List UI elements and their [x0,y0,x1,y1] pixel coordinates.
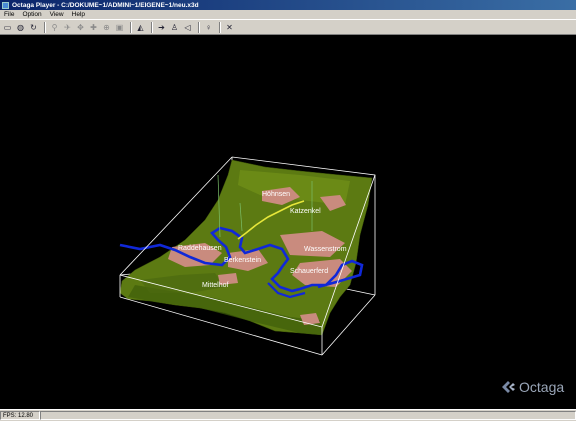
speaker-icon[interactable]: ◁ [182,22,193,33]
menu-file[interactable]: File [0,11,18,18]
window-title: Octaga Player - C:/DOKUME~1/ADMINI~1/EIG… [12,1,199,9]
figure-icon[interactable]: ♙ [169,22,180,33]
label-borkenstein: Berkenstein [224,257,261,264]
octaga-logo-icon [502,381,515,393]
fps-readout: FPS: 12.80 [0,410,40,420]
examine-icon[interactable]: ✥ [75,22,86,33]
globe-icon[interactable]: ◍ [15,22,26,33]
title-bar: Octaga Player - C:/DOKUME~1/ADMINI~1/EIG… [0,0,576,10]
toolbar-separator [219,21,221,33]
arrow-right-icon[interactable]: ➔ [156,22,167,33]
light-icon[interactable]: ♀ [203,22,214,33]
octaga-logo-text: Octaga [519,379,565,395]
label-mittelhof: Mittelhof [202,282,229,289]
menu-option[interactable]: Option [18,11,45,18]
collision-icon[interactable]: ✕ [224,22,235,33]
octaga-logo: Octaga [500,376,576,398]
label-schauerferd: Schauerferd [290,268,328,275]
fly-icon[interactable]: ✈ [62,22,73,33]
menu-view[interactable]: View [46,11,68,18]
toolbar-separator [198,21,200,33]
label-hohnsen: Höhnsen [262,191,290,198]
viewpoint-icon[interactable]: ◭ [135,22,146,33]
label-wasserstrom: Wassenstrom [304,246,347,253]
toolbar-separator [151,21,153,33]
refresh-icon[interactable]: ↻ [28,22,39,33]
toolbar-separator [44,21,46,33]
app-icon [2,1,9,9]
toolbar-separator [130,21,132,33]
zoom-icon[interactable]: ⊕ [101,22,112,33]
status-pane-main [40,410,576,420]
toolbar: ▭ ◍ ↻ ⚲ ✈ ✥ ✚ ⊕ ▣ ◭ ➔ ♙ ◁ ♀ ✕ [0,19,576,35]
pan-icon[interactable]: ✚ [88,22,99,33]
label-kaltenhausen: Raddehausen [178,245,222,252]
fit-icon[interactable]: ▣ [114,22,125,33]
menu-help[interactable]: Help [68,11,89,18]
menu-bar: File Option View Help [0,10,576,19]
walk-icon[interactable]: ⚲ [49,22,60,33]
status-bar: FPS: 12.80 [0,409,576,420]
terrain-scene[interactable]: Höhnsen Katzenkel Raddehausen Wassenstro… [0,35,576,409]
open-icon[interactable]: ▭ [2,22,13,33]
label-katzenkel: Katzenkel [290,208,321,215]
3d-viewport[interactable]: Höhnsen Katzenkel Raddehausen Wassenstro… [0,35,576,409]
